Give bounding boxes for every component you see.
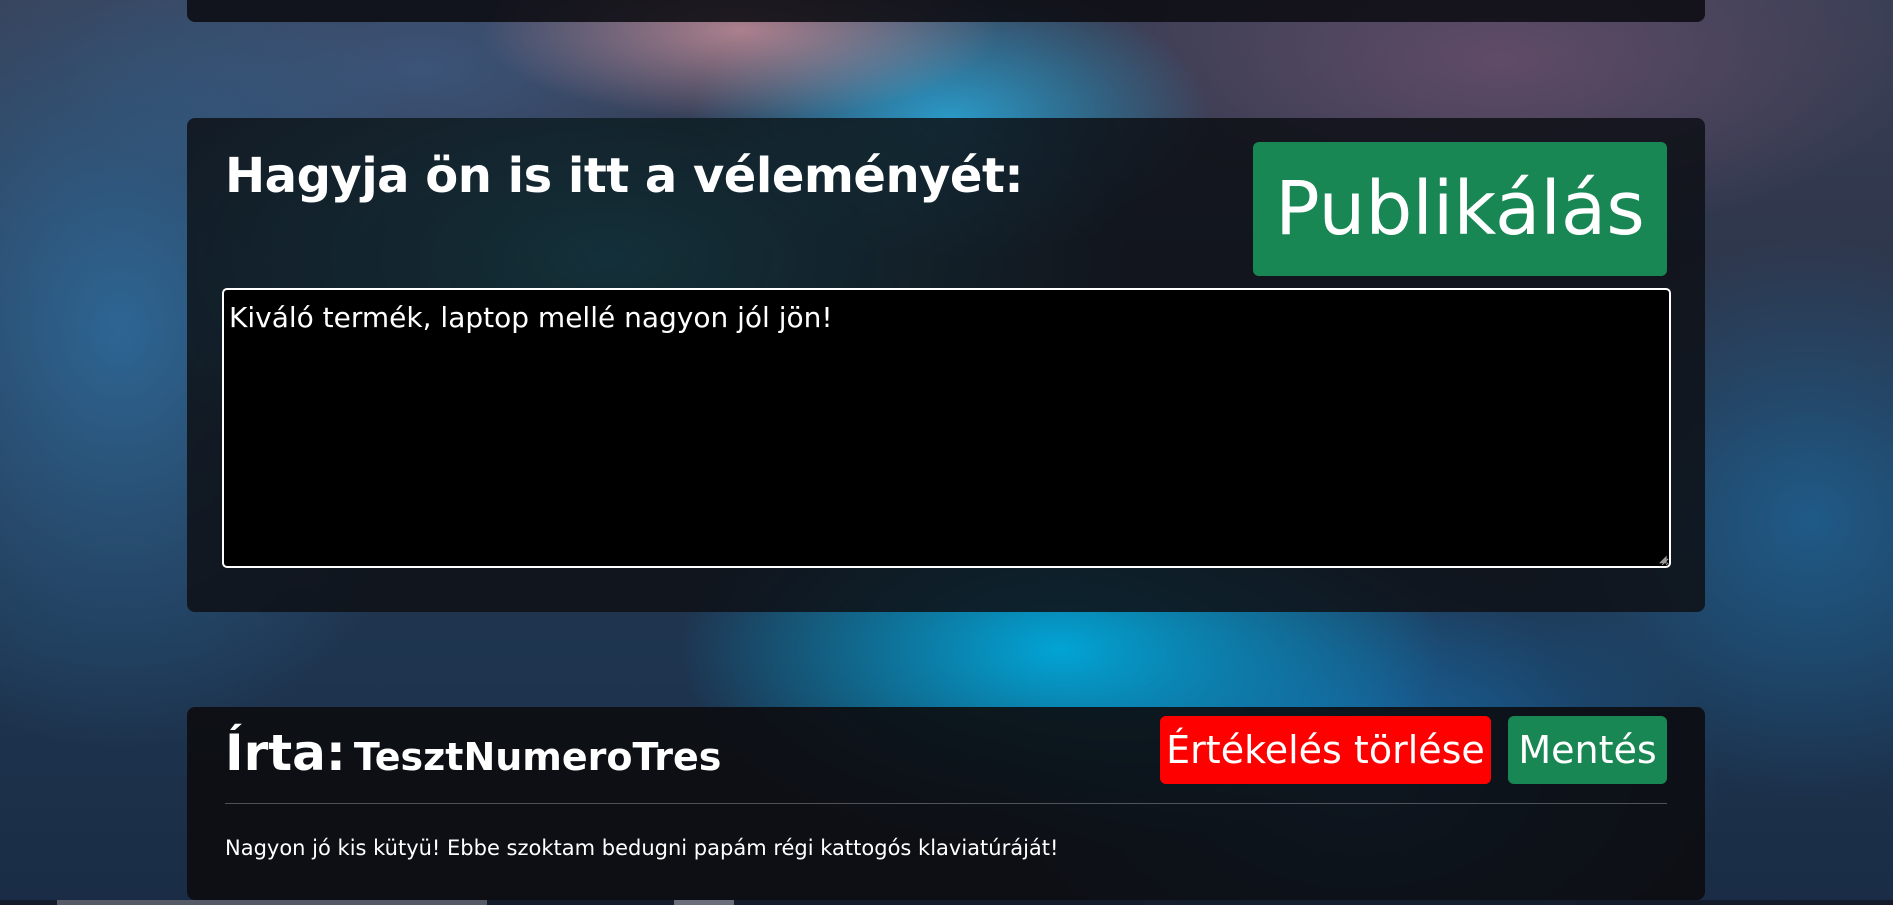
review-author-row: Írta: TesztNumeroTres [225,717,721,793]
review-text: Nagyon jó kis kütyü! Ebbe szoktam bedugn… [225,836,1059,860]
previous-card [187,0,1705,22]
publish-button[interactable]: Publikálás [1253,142,1667,276]
save-review-button[interactable]: Mentés [1508,716,1667,784]
author-prefix: Írta: [225,724,346,782]
textarea-resize-handle-icon[interactable]: ◢ [1659,555,1669,565]
delete-review-button[interactable]: Értékelés törlése [1160,716,1491,784]
existing-review-card: Írta: TesztNumeroTres Értékelés törlése M… [187,707,1705,900]
scrollbar-thumb[interactable] [57,900,487,905]
review-divider [225,803,1667,804]
scrollbar-marker [674,900,734,905]
author-name: TesztNumeroTres [353,735,722,779]
review-textarea[interactable]: Kiváló termék, laptop mellé nagyon jól j… [222,288,1671,568]
horizontal-scrollbar[interactable] [0,900,1893,905]
review-form-heading: Hagyja ön is itt a véleményét: [225,148,1024,204]
review-form-card: Hagyja ön is itt a véleményét: Publikálá… [187,118,1705,612]
